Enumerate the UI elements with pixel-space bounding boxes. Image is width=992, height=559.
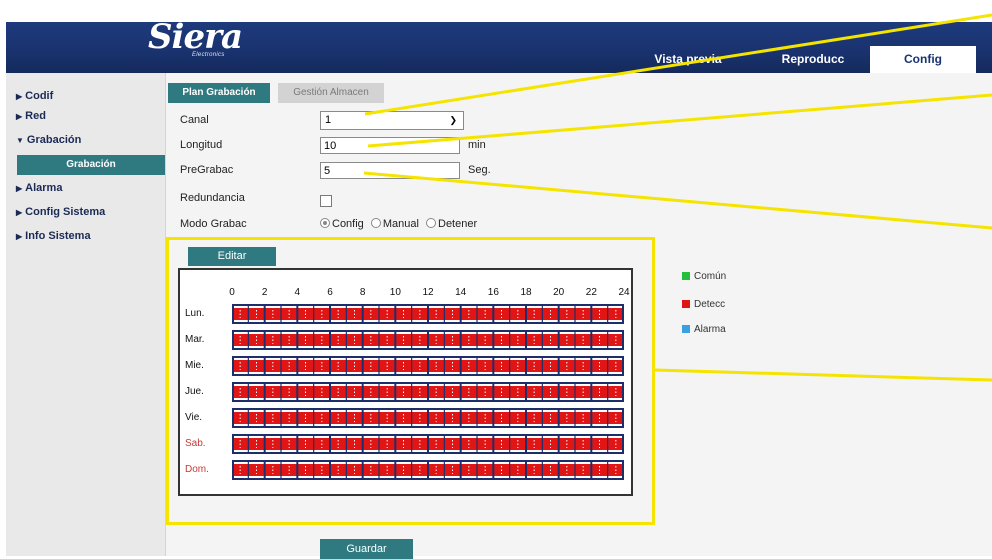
redundancia-label: Redundancia <box>180 192 245 204</box>
triangle-right-icon: ▶ <box>16 232 23 241</box>
legend-swatch <box>682 300 690 308</box>
hour-label: 14 <box>455 287 467 298</box>
sidebar-item-label: Config Sistema <box>25 206 106 218</box>
sidebar-item-label: Alarma <box>25 182 63 194</box>
legend-swatch <box>682 325 690 333</box>
sidebar-item-label: Grabación <box>26 134 82 146</box>
main-content: Plan Grabación Gestión Almacen Canal 1 ❯… <box>166 73 992 559</box>
day-label: Mie. <box>185 360 204 371</box>
radio-config[interactable] <box>320 218 330 228</box>
tab-gestion-almacen[interactable]: Gestión Almacen <box>278 83 384 103</box>
legend-comun: Común <box>682 271 726 282</box>
longitud-unit: min <box>468 139 486 151</box>
day-schedule-row[interactable] <box>232 460 624 480</box>
day-label: Mar. <box>185 334 205 345</box>
triangle-right-icon: ▶ <box>16 208 23 217</box>
day-label: Jue. <box>185 386 204 397</box>
logo-text: Siera <box>148 17 243 57</box>
modo-label: Modo Grabac <box>180 218 247 230</box>
hour-label: 8 <box>359 287 366 298</box>
hour-label: 4 <box>294 287 301 298</box>
redundancia-checkbox[interactable] <box>320 195 332 207</box>
canal-value: 1 <box>325 114 332 126</box>
hour-label: 2 <box>261 287 268 298</box>
tab-config[interactable]: Config <box>870 46 976 73</box>
hour-label: 22 <box>585 287 597 298</box>
radio-config-label: Config <box>332 218 364 230</box>
day-schedule-row[interactable] <box>232 434 624 454</box>
pregrabac-input[interactable]: 5 <box>320 162 460 179</box>
legend-swatch <box>682 272 690 280</box>
hour-label: 0 <box>229 287 235 298</box>
triangle-right-icon: ▶ <box>16 112 23 121</box>
schedule-highlight-box: Editar 0 2 4 6 8 10 12 14 16 18 20 22 24 Lun. Mar. Mie… <box>166 237 655 525</box>
day-label: Sab. <box>185 438 206 449</box>
day-label: Dom. <box>185 464 209 475</box>
modo-radio-group: Config Manual Detener <box>320 218 477 230</box>
triangle-right-icon: ▶ <box>16 92 23 101</box>
radio-detener[interactable] <box>426 218 436 228</box>
legend-detecc: Detecc <box>682 299 725 310</box>
day-schedule-row[interactable] <box>232 356 624 376</box>
canal-select[interactable]: 1 ❯ <box>320 111 464 130</box>
day-schedule-row[interactable] <box>232 408 624 428</box>
radio-manual-label: Manual <box>382 218 419 230</box>
pregrabac-unit: Seg. <box>468 164 491 176</box>
hour-label: 10 <box>389 287 401 298</box>
save-button[interactable]: Guardar <box>320 539 413 559</box>
longitud-label: Longitud <box>180 139 223 151</box>
day-schedule-row[interactable] <box>232 382 624 402</box>
sidebar-item-config-sistema[interactable]: ▶ Config Sistema <box>16 203 105 221</box>
sidebar-item-label: Info Sistema <box>25 230 91 242</box>
sidebar-item-label: Red <box>25 110 46 122</box>
chevron-down-icon: ❯ <box>449 115 457 125</box>
hour-label: 6 <box>327 287 333 298</box>
hour-label: 12 <box>422 287 434 298</box>
hour-label: 18 <box>520 287 532 298</box>
sidebar: ▶ Codif ▶ Red ▼ Grabación Grabación ▶ Alarma… <box>6 73 166 556</box>
sidebar-item-red[interactable]: ▶ Red <box>16 107 46 125</box>
radio-detener-label: Detener <box>438 218 478 230</box>
edit-schedule-button[interactable]: Editar <box>188 247 276 266</box>
legend-label: Común <box>694 271 727 282</box>
longitud-input[interactable]: 10 <box>320 137 460 154</box>
sidebar-item-label: Codif <box>25 90 54 102</box>
hour-label: 24 <box>618 287 630 298</box>
canal-label: Canal <box>180 114 209 126</box>
tab-preview[interactable]: Vista previa <box>642 46 734 73</box>
sidebar-item-grabacion[interactable]: ▼ Grabación <box>16 131 81 149</box>
day-label: Lun. <box>185 308 205 319</box>
brand-logo: Siera Electronics <box>148 17 243 58</box>
top-header: Siera Electronics Vista previa Reproducc… <box>0 0 992 73</box>
hour-label: 20 <box>553 287 565 298</box>
legend-label: Detecc <box>694 299 726 310</box>
day-schedule-row[interactable] <box>232 330 624 350</box>
sidebar-item-info-sistema[interactable]: ▶ Info Sistema <box>16 227 91 245</box>
legend-alarma: Alarma <box>682 324 726 335</box>
radio-manual[interactable] <box>370 218 381 228</box>
day-label: Vie. <box>185 412 203 423</box>
day-schedule-row[interactable] <box>232 304 624 324</box>
sidebar-item-codif[interactable]: ▶ Codif <box>16 87 53 105</box>
hour-label: 16 <box>487 287 499 298</box>
tab-plan-grabacion[interactable]: Plan Grabación <box>168 83 270 103</box>
sidebar-item-alarma[interactable]: ▶ Alarma <box>16 179 62 197</box>
logo-tagline: Electronics <box>192 52 225 58</box>
pregrabac-label: PreGrabac <box>180 164 234 176</box>
triangle-right-icon: ▶ <box>16 184 23 193</box>
legend-label: Alarma <box>694 324 726 335</box>
triangle-down-icon: ▼ <box>16 136 24 145</box>
tab-playback[interactable]: Reproducc <box>768 46 858 73</box>
schedule-grid[interactable]: 0 2 4 6 8 10 12 14 16 18 20 22 24 Lun. Mar. Mie. Jue. Vi… <box>178 268 633 496</box>
sidebar-subitem-grabacion[interactable]: Grabación <box>17 155 165 175</box>
